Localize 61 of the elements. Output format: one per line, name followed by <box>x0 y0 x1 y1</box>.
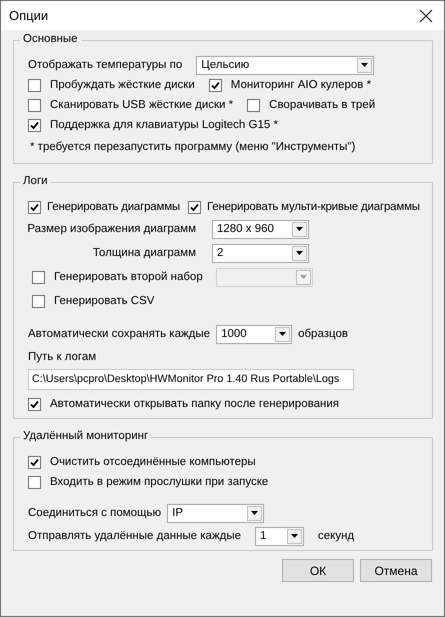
checkbox[interactable] <box>28 98 41 112</box>
group-title: Удалённый мониторинг <box>20 430 152 442</box>
caret-icon <box>300 275 307 279</box>
checkbox[interactable] <box>32 294 45 308</box>
field-label: Соединиться с помощью <box>28 507 162 519</box>
checkbox[interactable] <box>28 398 41 410</box>
checkbox-label[interactable]: Очистить отсоединённые компьютеры <box>50 456 256 468</box>
field-label: секунд <box>318 530 354 542</box>
field-label: Размер изображения диаграмм <box>27 223 196 235</box>
checkbox[interactable] <box>28 118 41 132</box>
dialog-button[interactable]: ОК <box>282 559 354 582</box>
checkbox[interactable] <box>28 78 41 92</box>
checkbox[interactable] <box>188 200 201 214</box>
close-icon[interactable] <box>419 8 433 22</box>
dropdown-button[interactable] <box>357 58 372 72</box>
checkbox[interactable] <box>32 270 45 284</box>
checkbox-label[interactable]: Входить в режим прослушки при запуске <box>50 476 268 488</box>
checkbox-label[interactable]: Генерировать второй набор <box>54 271 203 283</box>
dropdown[interactable]: 2 <box>212 244 309 262</box>
dropdown[interactable]: 1000 <box>216 324 292 344</box>
input-field[interactable]: C:\Users\pcpro\Desktop\HWMonitor Pro 1.40 Rus Portable\Logs <box>28 369 354 390</box>
checkbox[interactable] <box>208 78 222 92</box>
caret-icon <box>251 511 258 515</box>
checkbox-label[interactable]: Пробуждать жёсткие диски <box>50 79 195 91</box>
field-label: Толщина диаграмм <box>92 247 196 259</box>
field-label: * требуется перезапустить программу (меню "Инструменты") <box>30 141 356 153</box>
checkbox-label[interactable]: Автоматически открывать папку после генерирования <box>50 398 339 410</box>
checkbox-label[interactable]: Сканировать USB жёсткие диски * <box>50 99 234 111</box>
checkbox-label[interactable]: Генерировать мульти-кривые диаграммы <box>206 201 420 213</box>
field-label: Отображать температуры по <box>28 59 182 71</box>
checkbox-label[interactable]: Мониторинг AIO кулеров * <box>230 79 372 91</box>
checkbox[interactable] <box>247 98 260 112</box>
field-label: Автоматически сохранять каждые <box>28 328 210 340</box>
checkbox-label[interactable]: Сворачивать в трей <box>269 99 376 111</box>
group-title: Логи <box>20 175 51 187</box>
checkbox-label[interactable]: Поддержка для клавиатуры Logitech G15 * <box>50 119 278 131</box>
group-title: Основные <box>20 33 81 45</box>
caret-icon <box>279 332 286 336</box>
window-title: Опции <box>9 8 48 23</box>
checkbox-label[interactable]: Генерировать CSV <box>54 295 154 307</box>
field-label: Путь к логам <box>28 351 96 363</box>
checkbox[interactable] <box>28 476 41 488</box>
dropdown-button[interactable] <box>287 528 302 544</box>
dropdown[interactable]: IP <box>167 504 264 522</box>
field-label: образцов <box>298 328 348 340</box>
caret-icon <box>296 227 303 231</box>
dropdown-button[interactable] <box>275 326 290 342</box>
field-label: Отправлять удалённые данные каждые <box>28 530 242 542</box>
dropdown-button[interactable] <box>247 506 262 520</box>
dialog-button[interactable]: Отмена <box>360 559 432 582</box>
dropdown-button[interactable] <box>292 246 307 260</box>
dropdown[interactable]: 1280 x 960 <box>212 220 309 238</box>
dropdown-button[interactable] <box>292 222 307 236</box>
checkbox[interactable] <box>28 456 41 468</box>
dropdown[interactable]: Цельсию <box>196 56 374 74</box>
checkbox[interactable] <box>28 200 41 214</box>
caret-icon <box>361 63 368 67</box>
caret-icon <box>296 251 303 255</box>
checkbox-label[interactable]: Генерировать диаграммы <box>47 201 180 213</box>
dropdown[interactable]: 1 <box>255 526 304 546</box>
caret-icon <box>291 534 298 538</box>
